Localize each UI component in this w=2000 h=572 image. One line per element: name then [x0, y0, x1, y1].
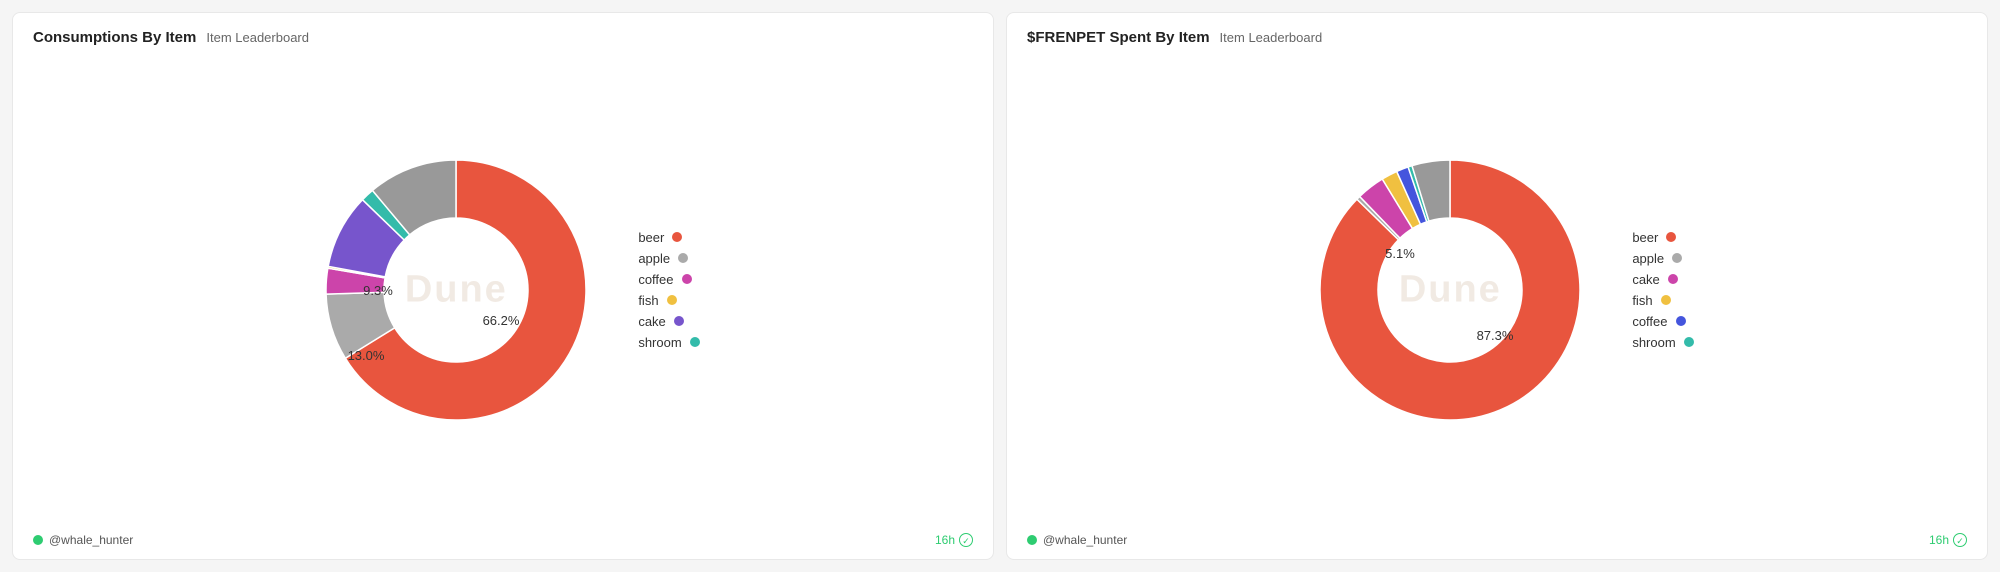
chart-legend: beer apple coffee fish cake shroom: [638, 230, 699, 350]
legend-dot: [690, 337, 700, 347]
legend-label: beer: [1632, 230, 1658, 245]
footer-time: 16h ✓: [935, 533, 973, 547]
footer-user: @whale_hunter: [1027, 533, 1127, 547]
legend-dot: [1672, 253, 1682, 263]
card-header: $FRENPET Spent By Item Item Leaderboard: [1027, 29, 1967, 46]
card-footer: @whale_hunter 16h ✓: [1027, 533, 1967, 547]
legend-label: apple: [638, 251, 670, 266]
legend-item-shroom: shroom: [1632, 335, 1693, 350]
check-icon: ✓: [959, 533, 973, 547]
legend-label: cake: [638, 314, 665, 329]
footer-user: @whale_hunter: [33, 533, 133, 547]
donut-chart: 66.2%9.3%13.0%Dune: [306, 140, 606, 440]
legend-label: coffee: [1632, 314, 1667, 329]
legend-item-cake: cake: [1632, 272, 1693, 287]
check-icon: ✓: [1953, 533, 1967, 547]
chart-legend: beer apple cake fish coffee shroom: [1632, 230, 1693, 350]
card-title: Consumptions By Item: [33, 29, 196, 46]
legend-dot: [1666, 232, 1676, 242]
legend-dot: [672, 232, 682, 242]
legend-item-shroom: shroom: [638, 335, 699, 350]
legend-dot: [678, 253, 688, 263]
legend-dot: [1668, 274, 1678, 284]
legend-label: beer: [638, 230, 664, 245]
legend-dot: [674, 316, 684, 326]
chart-area: 66.2%9.3%13.0%Dune beer apple coffee fis…: [33, 54, 973, 525]
legend-item-beer: beer: [1632, 230, 1693, 245]
card-title: $FRENPET Spent By Item: [1027, 29, 1210, 46]
footer-time: 16h ✓: [1929, 533, 1967, 547]
legend-label: fish: [1632, 293, 1652, 308]
legend-dot: [667, 295, 677, 305]
legend-dot: [682, 274, 692, 284]
svg-text:13.0%: 13.0%: [348, 348, 385, 363]
legend-item-coffee: coffee: [1632, 314, 1693, 329]
chart-card-chart2: $FRENPET Spent By Item Item Leaderboard …: [1006, 12, 1988, 560]
card-header: Consumptions By Item Item Leaderboard: [33, 29, 973, 46]
legend-item-cake: cake: [638, 314, 699, 329]
svg-text:9.3%: 9.3%: [363, 283, 393, 298]
legend-dot: [1676, 316, 1686, 326]
donut-chart: 87.3%5.1%Dune: [1300, 140, 1600, 440]
legend-label: shroom: [1632, 335, 1675, 350]
legend-label: cake: [1632, 272, 1659, 287]
legend-label: fish: [638, 293, 658, 308]
svg-text:87.3%: 87.3%: [1477, 328, 1514, 343]
legend-item-apple: apple: [1632, 251, 1693, 266]
chart-card-chart1: Consumptions By Item Item Leaderboard 66…: [12, 12, 994, 560]
legend-item-apple: apple: [638, 251, 699, 266]
legend-item-beer: beer: [638, 230, 699, 245]
svg-text:5.1%: 5.1%: [1385, 246, 1415, 261]
card-subtitle: Item Leaderboard: [1220, 30, 1323, 45]
card-subtitle: Item Leaderboard: [206, 30, 309, 45]
chart-area: 87.3%5.1%Dune beer apple cake fish coffe…: [1027, 54, 1967, 525]
user-status-dot: [1027, 535, 1037, 545]
username: @whale_hunter: [49, 533, 133, 547]
svg-text:66.2%: 66.2%: [483, 313, 520, 328]
username: @whale_hunter: [1043, 533, 1127, 547]
legend-label: coffee: [638, 272, 673, 287]
legend-label: apple: [1632, 251, 1664, 266]
time-label: 16h: [935, 533, 955, 547]
legend-item-fish: fish: [1632, 293, 1693, 308]
legend-dot: [1661, 295, 1671, 305]
card-footer: @whale_hunter 16h ✓: [33, 533, 973, 547]
time-label: 16h: [1929, 533, 1949, 547]
legend-label: shroom: [638, 335, 681, 350]
user-status-dot: [33, 535, 43, 545]
legend-item-fish: fish: [638, 293, 699, 308]
legend-dot: [1684, 337, 1694, 347]
legend-item-coffee: coffee: [638, 272, 699, 287]
